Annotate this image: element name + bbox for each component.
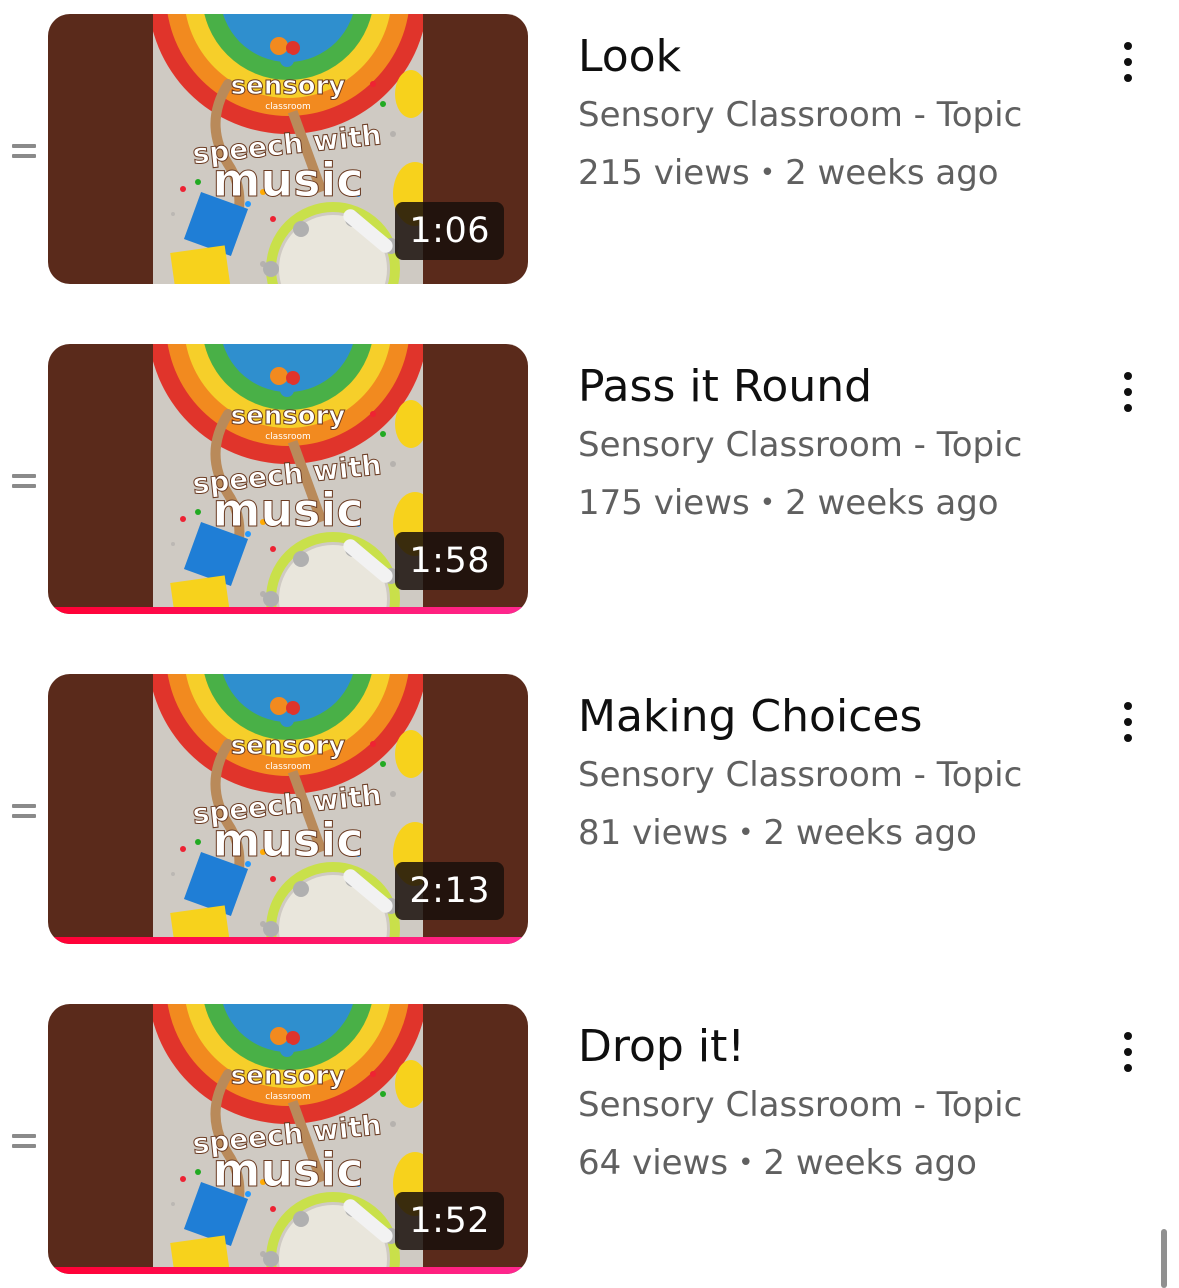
video-row[interactable]: sensory classroom speech with music 1:52… <box>0 1004 1179 1288</box>
more-options-icon[interactable] <box>1108 698 1148 746</box>
svg-text:classroom: classroom <box>265 432 311 442</box>
watch-progress-bar <box>48 1267 528 1274</box>
video-row[interactable]: sensory classroom speech with music 1:06… <box>0 14 1179 314</box>
svg-text:music: music <box>212 813 363 867</box>
view-count: 215 views <box>578 153 750 193</box>
video-row[interactable]: sensory classroom speech with music 2:13… <box>0 674 1179 974</box>
video-meta: 64 views • 2 weeks ago <box>578 1134 1078 1192</box>
duration-badge: 1:52 <box>395 1192 504 1250</box>
svg-text:classroom: classroom <box>265 1092 311 1102</box>
view-count: 81 views <box>578 813 729 853</box>
meta-separator: • <box>738 1148 754 1178</box>
upload-age: 2 weeks ago <box>785 153 999 193</box>
duration-badge: 2:13 <box>395 862 504 920</box>
video-info[interactable]: Pass it Round Sensory Classroom - Topic … <box>578 344 1078 532</box>
watch-progress-bar <box>48 607 528 614</box>
duration-badge: 1:06 <box>395 202 504 260</box>
playlist-video-list: sensory classroom speech with music 1:06… <box>0 0 1179 1288</box>
svg-text:music: music <box>212 153 363 207</box>
drag-handle-icon[interactable] <box>12 802 36 820</box>
svg-text:sensory: sensory <box>231 731 346 761</box>
video-title[interactable]: Drop it! <box>578 1018 1078 1076</box>
video-thumbnail[interactable]: sensory classroom speech with music 1:06 <box>48 14 528 284</box>
thumbnail-artwork: sensory classroom speech with music <box>153 1004 423 1274</box>
svg-text:music: music <box>212 1143 363 1197</box>
drag-handle-icon[interactable] <box>12 472 36 490</box>
drag-handle-icon[interactable] <box>12 142 36 160</box>
video-info[interactable]: Look Sensory Classroom - Topic 215 views… <box>578 14 1078 202</box>
more-options-icon[interactable] <box>1108 38 1148 86</box>
svg-text:music: music <box>212 483 363 537</box>
upload-age: 2 weeks ago <box>763 1143 977 1183</box>
video-thumbnail[interactable]: sensory classroom speech with music 1:52 <box>48 1004 528 1274</box>
meta-separator: • <box>738 818 754 848</box>
upload-age: 2 weeks ago <box>763 813 977 853</box>
duration-badge: 1:58 <box>395 532 504 590</box>
svg-text:classroom: classroom <box>265 762 311 772</box>
more-options-icon[interactable] <box>1108 1028 1148 1076</box>
svg-text:classroom: classroom <box>265 102 311 112</box>
meta-separator: • <box>759 158 776 188</box>
video-title[interactable]: Pass it Round <box>578 358 1078 416</box>
thumbnail-artwork: sensory classroom speech with music <box>153 14 423 284</box>
watch-progress-bar <box>48 937 528 944</box>
svg-text:sensory: sensory <box>231 71 346 101</box>
svg-text:sensory: sensory <box>231 1061 346 1091</box>
view-count: 175 views <box>578 483 750 523</box>
video-info[interactable]: Drop it! Sensory Classroom - Topic 64 vi… <box>578 1004 1078 1192</box>
video-meta: 215 views • 2 weeks ago <box>578 144 1078 202</box>
thumbnail-artwork: sensory classroom speech with music <box>153 344 423 614</box>
video-row[interactable]: sensory classroom speech with music 1:58… <box>0 344 1179 644</box>
channel-name[interactable]: Sensory Classroom - Topic <box>578 416 1078 474</box>
channel-name[interactable]: Sensory Classroom - Topic <box>578 1076 1078 1134</box>
channel-name[interactable]: Sensory Classroom - Topic <box>578 86 1078 144</box>
svg-text:sensory: sensory <box>231 401 346 431</box>
more-options-icon[interactable] <box>1108 368 1148 416</box>
video-meta: 81 views • 2 weeks ago <box>578 804 1078 862</box>
channel-name[interactable]: Sensory Classroom - Topic <box>578 746 1078 804</box>
thumbnail-artwork: sensory classroom speech with music <box>153 674 423 944</box>
drag-handle-icon[interactable] <box>12 1132 36 1150</box>
video-meta: 175 views • 2 weeks ago <box>578 474 1078 532</box>
meta-separator: • <box>759 488 776 518</box>
view-count: 64 views <box>578 1143 729 1183</box>
video-title[interactable]: Making Choices <box>578 688 1078 746</box>
video-title[interactable]: Look <box>578 28 1078 86</box>
scrollbar-thumb[interactable] <box>1161 1229 1167 1288</box>
video-info[interactable]: Making Choices Sensory Classroom - Topic… <box>578 674 1078 862</box>
upload-age: 2 weeks ago <box>785 483 999 523</box>
video-thumbnail[interactable]: sensory classroom speech with music 1:58 <box>48 344 528 614</box>
video-thumbnail[interactable]: sensory classroom speech with music 2:13 <box>48 674 528 944</box>
